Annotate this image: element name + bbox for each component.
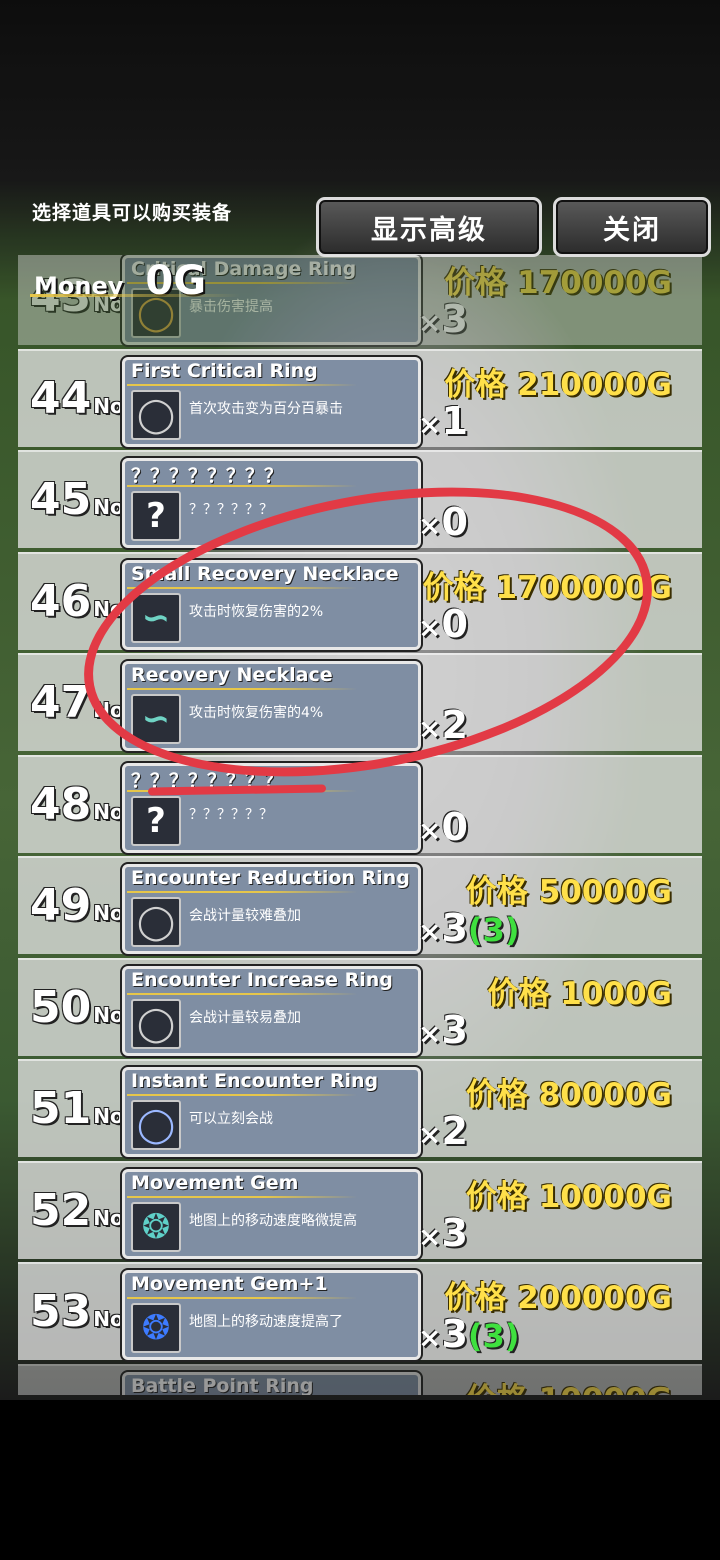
item-price: 价格 10000G <box>465 1178 672 1215</box>
money-underline <box>30 294 240 297</box>
item-name: Movement Gem+1 <box>131 1273 328 1295</box>
item-description: 可以立刻会战 <box>189 1111 273 1127</box>
item-name-underline <box>127 1297 357 1299</box>
item-row[interactable]: 47 No Recovery Necklace ∽ 攻击时恢复伤害的4% ×2 <box>18 653 702 751</box>
item-number: 51 No <box>30 1083 124 1134</box>
item-description: 首次攻击变为百分百暴击 <box>189 400 343 417</box>
item-name-underline <box>127 1094 357 1096</box>
item-quantity: ×2 <box>418 703 468 747</box>
show-advanced-button[interactable]: 显示高级 <box>316 197 542 257</box>
red-gem-ring-icon: ◯ <box>131 897 181 947</box>
teal-gem-icon: ❂ <box>131 1201 181 1252</box>
item-name-underline <box>127 485 357 487</box>
item-description: 会战计量较易叠加 <box>189 1009 301 1026</box>
item-price: 价格 10000G <box>466 1374 672 1396</box>
item-row[interactable]: 54No Battle Point Ring ◯ 价格 10000G <box>18 1363 702 1396</box>
item-card[interactable]: Instant Encounter Ring ◯ 可以立刻会战 <box>122 1067 421 1157</box>
item-name-underline <box>127 1195 357 1198</box>
item-number: 52 No <box>30 1184 124 1236</box>
item-price: 价格 1700000G <box>422 569 672 606</box>
question-mark-icon: ? <box>131 795 181 846</box>
item-quantity: ×0 <box>418 804 468 849</box>
item-description: 地图上的移动速度提高了 <box>189 1314 343 1330</box>
item-description: ？？？？？？ <box>189 806 273 823</box>
item-description: 攻击时恢复伤害的4% <box>189 705 324 721</box>
item-quantity: ×0 <box>418 601 468 646</box>
necklace-icon: ∽ <box>131 592 181 643</box>
item-card[interactable]: Small Recovery Necklace ∽ 攻击时恢复伤害的2% <box>122 559 421 650</box>
blue-gem-icon: ❂ <box>131 1303 181 1353</box>
item-number: 53 No <box>30 1286 124 1337</box>
item-name: Encounter Reduction Ring <box>131 867 410 889</box>
item-number: 49 No <box>30 880 124 931</box>
item-name: Encounter Increase Ring <box>131 968 393 991</box>
shop-hint: 选择道具可以购买装备 <box>32 202 233 224</box>
item-name: Small Recovery Necklace <box>131 562 399 585</box>
item-row[interactable]: 49 No Encounter Reduction Ring ◯ 会战计量较难叠加… <box>18 856 702 954</box>
item-name: First Critical Ring <box>131 359 318 382</box>
item-number: 46 No <box>30 575 124 627</box>
item-card[interactable]: ？？？？？？？？ ? ？？？？？？ <box>122 458 421 548</box>
question-mark-icon: ? <box>131 491 181 541</box>
item-description: 会战计量较难叠加 <box>189 908 301 924</box>
item-name-underline <box>127 688 357 690</box>
item-price: 价格 1000G <box>487 975 672 1012</box>
red-gem-ring-icon: ◯ <box>131 998 181 1049</box>
item-card[interactable]: Recovery Necklace ∽ 攻击时恢复伤害的4% <box>122 661 421 751</box>
item-row[interactable]: 53 No Movement Gem+1 ❂ 地图上的移动速度提高了 价格 200… <box>18 1262 702 1360</box>
item-card[interactable]: Battle Point Ring ◯ <box>122 1371 421 1396</box>
item-description: 地图上的移动速度略微提高 <box>189 1212 357 1229</box>
item-quantity: ×3(3) <box>418 1312 520 1356</box>
item-quantity: ×0 <box>418 500 468 544</box>
item-row[interactable]: 51 No Instant Encounter Ring ◯ 可以立刻会战 价格 … <box>18 1059 702 1157</box>
item-row[interactable]: 48 No ？？？？？？？？ ? ？？？？？？ ×0 <box>18 754 702 853</box>
item-name-underline <box>127 383 357 386</box>
necklace-icon: ∽ <box>131 694 181 744</box>
item-quantity: ×3 <box>418 1007 468 1052</box>
item-name: ？？？？？？？？ <box>131 465 284 487</box>
item-number: 45 No <box>30 474 124 525</box>
item-row[interactable]: 50 No Encounter Increase Ring ◯ 会战计量较易叠加 … <box>18 957 702 1056</box>
item-number: 50 No <box>30 981 124 1033</box>
item-quantity: ×3 <box>418 297 468 341</box>
item-quantity: ×2 <box>418 1109 468 1153</box>
item-card[interactable]: Encounter Increase Ring ◯ 会战计量较易叠加 <box>122 965 421 1056</box>
item-row[interactable]: 52 No Movement Gem ❂ 地图上的移动速度略微提高 价格 1000… <box>18 1160 702 1259</box>
item-name: Recovery Necklace <box>131 664 333 686</box>
item-description: ？？？？？？ <box>189 502 273 518</box>
close-button[interactable]: 关闭 <box>553 197 711 257</box>
item-card[interactable]: First Critical Ring ◯ 首次攻击变为百分百暴击 <box>122 356 421 447</box>
silver-ring-icon: ◯ <box>131 389 181 440</box>
item-name-underline <box>127 586 357 589</box>
item-name: Movement Gem <box>131 1171 299 1194</box>
item-card[interactable]: Movement Gem+1 ❂ 地图上的移动速度提高了 <box>122 1270 421 1360</box>
item-price: 价格 80000G <box>465 1077 672 1113</box>
item-quantity: ×3 <box>418 1210 468 1255</box>
item-name: Battle Point Ring <box>131 1374 314 1396</box>
item-card[interactable]: Encounter Reduction Ring ◯ 会战计量较难叠加 <box>122 864 421 954</box>
money-value: 0G <box>145 258 207 304</box>
money-display: Money 0G <box>34 258 206 304</box>
item-card[interactable]: ？？？？？？？？ ? ？？？？？？ <box>122 762 421 853</box>
item-row[interactable]: 45 No ？？？？？？？？ ? ？？？？？？ ×0 <box>18 450 702 548</box>
item-number: 47 No <box>30 677 124 728</box>
item-number: 44 No <box>30 372 124 424</box>
item-row[interactable]: 46 No Small Recovery Necklace ∽ 攻击时恢复伤害的2… <box>18 551 702 650</box>
item-list[interactable]: 43 No Critical Damage Ring ◯ 暴击伤害提高 价格 17… <box>18 255 702 1395</box>
item-quantity: ×1 <box>418 398 468 443</box>
item-number: 54No <box>30 1388 124 1396</box>
item-price: 价格 50000G <box>465 874 672 910</box>
blue-gem-ring-icon: ◯ <box>131 1100 181 1150</box>
item-quantity: ×3(3) <box>418 906 520 950</box>
item-price: 价格 200000G <box>444 1280 672 1316</box>
item-name-underline <box>127 992 357 995</box>
item-card[interactable]: Movement Gem ❂ 地图上的移动速度略微提高 <box>122 1168 421 1259</box>
item-price: 价格 170000G <box>444 265 672 301</box>
item-description: 攻击时恢复伤害的2% <box>189 603 324 620</box>
item-name: Instant Encounter Ring <box>131 1070 379 1092</box>
item-row[interactable]: 44 No First Critical Ring ◯ 首次攻击变为百分百暴击 价… <box>18 348 702 447</box>
item-name-underline <box>127 891 357 893</box>
item-price: 价格 210000G <box>444 366 672 403</box>
item-number: 48 No <box>30 778 124 830</box>
